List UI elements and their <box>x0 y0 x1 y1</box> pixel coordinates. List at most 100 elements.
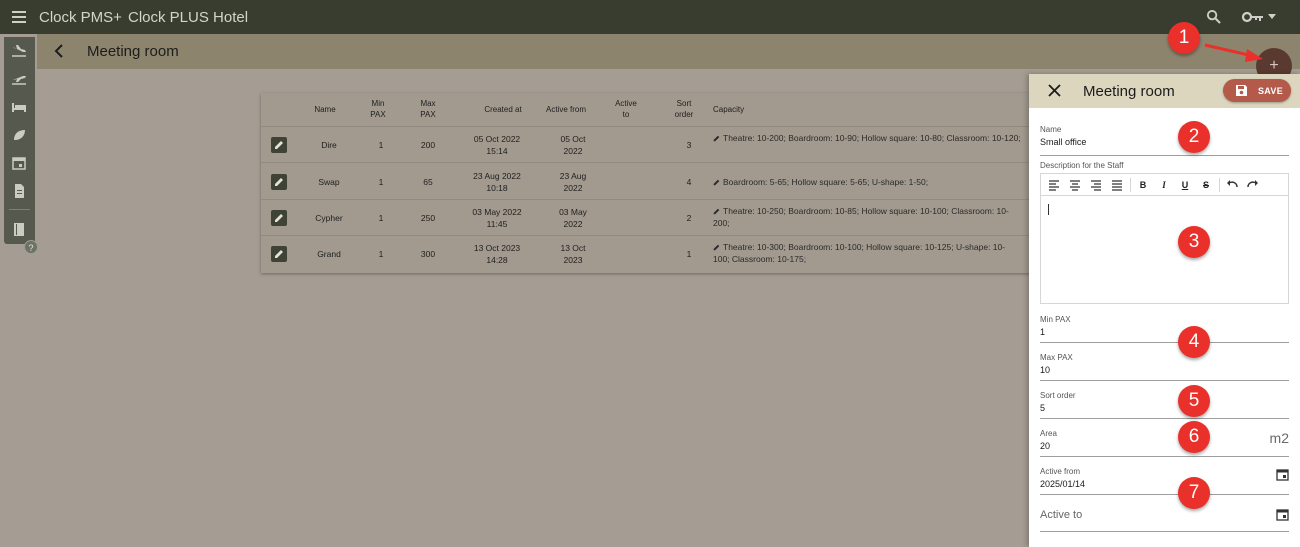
italic-icon[interactable]: I <box>1157 178 1171 192</box>
undo-icon[interactable] <box>1225 178 1239 192</box>
cell-active-from-year: 2022 <box>563 219 583 229</box>
area-label: Area <box>1040 429 1057 438</box>
annotation-badge: 5 <box>1178 385 1210 417</box>
column-header-max-pax[interactable]: Max PAX <box>415 98 441 120</box>
menu-icon[interactable] <box>12 11 26 23</box>
column-header-created-at[interactable]: Created at <box>475 104 531 115</box>
cell-max-pax: 200 <box>420 140 436 150</box>
cell-active-from-date: 05 Oct <box>560 134 586 144</box>
departures-icon[interactable] <box>11 72 27 86</box>
cell-capacity: Theatre: 10-200; Boardroom: 10-90; Hollo… <box>713 132 1021 144</box>
cell-active-from-date: 23 Aug <box>559 171 587 181</box>
sort-order-field[interactable]: Sort order 5 <box>1040 390 1289 419</box>
edit-button[interactable] <box>271 246 287 262</box>
cell-sort-order: 4 <box>686 177 692 187</box>
calendar-icon[interactable] <box>11 156 27 170</box>
description-label: Description for the Staff <box>1040 161 1124 170</box>
redo-icon[interactable] <box>1246 178 1260 192</box>
bold-icon[interactable]: B <box>1136 178 1150 192</box>
panel-title: Meeting room <box>1083 83 1175 100</box>
cell-capacity: Theatre: 10-300; Boardroom: 10-100; Holl… <box>713 241 1021 265</box>
min-pax-field[interactable]: Min PAX 1 <box>1040 314 1289 343</box>
key-icon[interactable] <box>1242 10 1264 24</box>
capacity-text: Boardroom: 5-65; Hollow square: 5-65; U-… <box>723 177 929 187</box>
max-pax-field[interactable]: Max PAX 10 <box>1040 352 1289 381</box>
cell-created-date: 03 May 2022 <box>472 207 522 217</box>
page-title: Meeting room <box>87 43 179 60</box>
leaf-icon[interactable] <box>11 128 27 142</box>
annotation-badge: 1 <box>1168 22 1200 54</box>
cell-active-from-date: 13 Oct <box>560 243 586 253</box>
cell-max-pax: 65 <box>423 177 433 187</box>
area-field[interactable]: Area 20 m2 <box>1040 428 1289 457</box>
edit-button[interactable] <box>271 174 287 190</box>
align-left-icon[interactable] <box>1047 178 1061 192</box>
cell-max-pax: 250 <box>420 213 436 223</box>
hotel-name[interactable]: Clock PLUS Hotel <box>128 9 248 26</box>
active-to-field[interactable]: Active to <box>1040 504 1289 532</box>
column-header-active-to[interactable]: Active to <box>611 98 641 120</box>
cell-sort-order: 2 <box>686 213 692 223</box>
name-value: Small office <box>1040 137 1087 147</box>
save-button[interactable]: SAVE <box>1223 79 1291 102</box>
cell-sort-order: 1 <box>686 249 692 259</box>
cell-capacity: Theatre: 10-250; Boardroom: 10-85; Hollo… <box>713 205 1021 229</box>
name-label: Name <box>1040 125 1062 134</box>
table-row[interactable]: Dire 1 200 05 Oct 2022 15:14 05 Oct 2022… <box>261 127 1031 163</box>
book-icon[interactable] <box>11 223 27 237</box>
table-row[interactable]: Cypher 1 250 03 May 2022 11:45 03 May 20… <box>261 200 1031 236</box>
close-icon[interactable] <box>1048 84 1061 97</box>
cell-capacity: Boardroom: 5-65; Hollow square: 5-65; U-… <box>713 176 1021 188</box>
cell-created-time: 11:45 <box>486 219 508 229</box>
name-field[interactable]: Name Small office <box>1040 124 1289 156</box>
cell-created-time: 14:28 <box>486 255 508 265</box>
back-arrow-icon[interactable] <box>52 43 66 59</box>
table-row[interactable]: Swap 1 65 23 Aug 2022 10:18 23 Aug 2022 … <box>261 164 1031 200</box>
pencil-icon <box>713 135 720 142</box>
strikethrough-icon[interactable]: S <box>1199 178 1213 192</box>
cell-name: Grand <box>317 249 341 259</box>
search-icon[interactable] <box>1206 9 1221 24</box>
calendar-icon[interactable] <box>1276 468 1289 481</box>
cell-created-time: 10:18 <box>486 183 508 193</box>
active-from-field[interactable]: Active from 2025/01/14 <box>1040 466 1289 495</box>
max-pax-value: 10 <box>1040 365 1051 375</box>
align-center-icon[interactable] <box>1068 178 1082 192</box>
underline-icon[interactable]: U <box>1178 178 1192 192</box>
pencil-icon <box>275 141 283 149</box>
cell-created-time: 15:14 <box>486 146 508 156</box>
capacity-text: Theatre: 10-250; Boardroom: 10-85; Hollo… <box>713 206 1009 228</box>
capacity-text: Theatre: 10-300; Boardroom: 10-100; Holl… <box>713 242 1006 264</box>
bed-icon[interactable] <box>11 100 27 114</box>
arrivals-icon[interactable] <box>11 44 27 58</box>
cell-created-date: 23 Aug 2022 <box>473 171 521 181</box>
calendar-icon[interactable] <box>1276 508 1289 521</box>
cell-name: Swap <box>318 177 340 187</box>
cell-name: Dire <box>321 140 337 150</box>
side-nav <box>4 37 35 244</box>
align-justify-icon[interactable] <box>1110 178 1124 192</box>
help-icon[interactable]: ? <box>24 240 38 254</box>
cell-active-from-year: 2023 <box>563 255 583 265</box>
cell-min-pax: 1 <box>378 213 384 223</box>
save-button-label: SAVE <box>1258 86 1284 96</box>
meeting-room-form-panel: Meeting room SAVE Name Small office Desc… <box>1029 74 1300 547</box>
pencil-icon <box>275 178 283 186</box>
floppy-disk-icon <box>1236 85 1247 96</box>
cell-created-date: 05 Oct 2022 <box>473 134 521 144</box>
column-header-sort-order[interactable]: Sort order <box>669 98 699 120</box>
document-icon[interactable] <box>11 184 27 198</box>
table-row[interactable]: Grand 1 300 13 Oct 2023 14:28 13 Oct 202… <box>261 236 1031 272</box>
caret-down-icon[interactable] <box>1268 14 1276 19</box>
panel-header: Meeting room SAVE <box>1029 74 1300 108</box>
column-header-capacity[interactable]: Capacity <box>713 104 753 115</box>
sort-order-value: 5 <box>1040 403 1046 413</box>
align-right-icon[interactable] <box>1089 178 1103 192</box>
column-header-name[interactable]: Name <box>307 104 343 115</box>
column-header-active-from[interactable]: Active from <box>539 104 593 115</box>
edit-button[interactable] <box>271 137 287 153</box>
edit-button[interactable] <box>271 210 287 226</box>
description-editor[interactable]: B I U S <box>1040 173 1289 304</box>
column-header-min-pax[interactable]: Min PAX <box>365 98 391 120</box>
cell-created-date: 13 Oct 2023 <box>473 243 521 253</box>
